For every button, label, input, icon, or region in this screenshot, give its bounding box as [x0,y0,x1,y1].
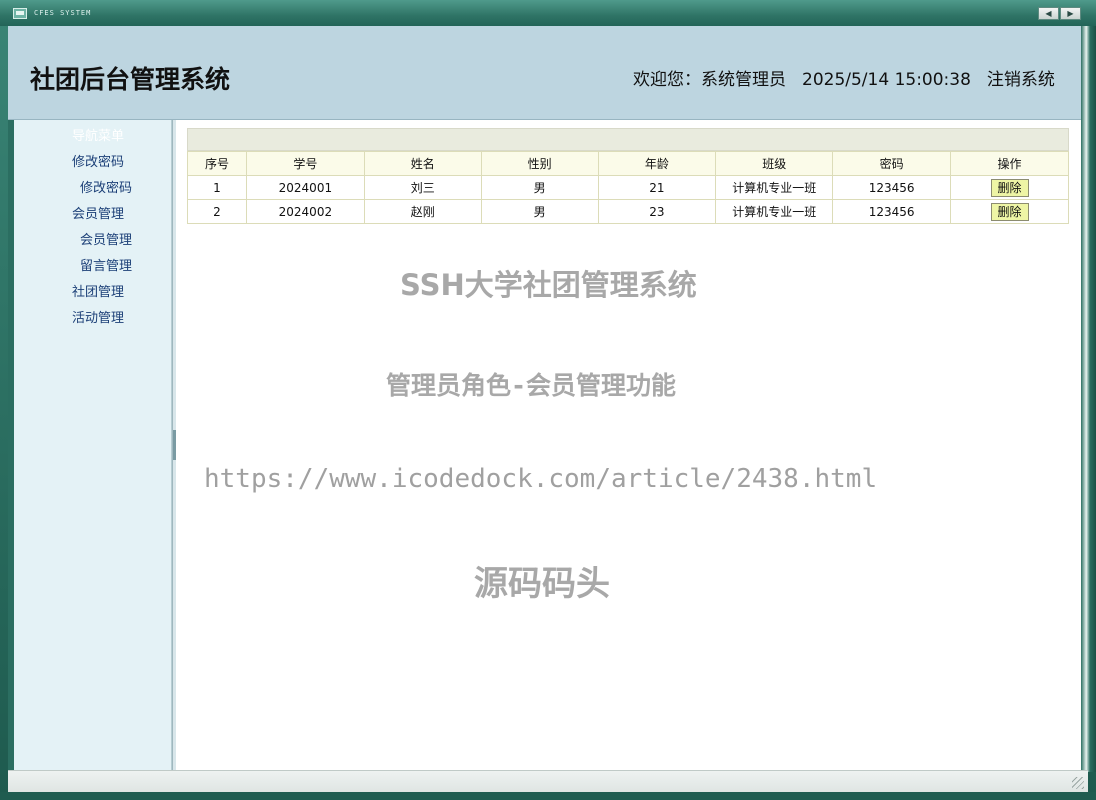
window-title: CFES SYSTEM [34,9,92,17]
sidebar-subitem-change-password[interactable]: 修改密码 [80,177,132,196]
status-bar [8,770,1088,792]
cell-age: 23 [597,199,717,224]
cell-password: 123456 [832,175,952,200]
right-border [1081,26,1096,772]
column-header: 密码 [832,151,952,176]
cell-name: 赵刚 [363,199,482,224]
sidebar-item-club-management[interactable]: 社团管理 [72,281,124,300]
delete-button[interactable]: 删除 [990,202,1029,221]
table-row: 1 2024001 刘三 男 21 计算机专业一班 123456 删除 [187,175,1069,200]
app-window: CFES SYSTEM ◀ ▶ 社团后台管理系统 欢迎您：系统管理员 2025/5… [0,0,1096,800]
cell-class: 计算机专业一班 [715,175,834,200]
cell-age: 21 [597,175,717,200]
datetime-text: 2025/5/14 15:00:38 [802,70,971,90]
monitor-icon [13,8,27,19]
watermark-brand: 源码码头 [474,564,610,604]
prev-arrow-icon[interactable]: ◀ [1038,7,1059,20]
cell-action: 删除 [950,199,1069,224]
cell-class: 计算机专业一班 [715,199,834,224]
main-content: 序号 学号 姓名 性别 年龄 班级 密码 操作 1 2024001 刘三 男 2… [176,120,1081,770]
sidebar-item-member-management[interactable]: 会员管理 [72,203,124,222]
cell-student-id: 2024002 [245,199,365,224]
cell-gender: 男 [480,199,599,224]
page-header: 社团后台管理系统 欢迎您：系统管理员 2025/5/14 15:00:38 注销系统 [8,26,1081,120]
bottom-border [0,792,1096,800]
sidebar-item-change-password[interactable]: 修改密码 [72,151,124,170]
sidebar-item-activity-management[interactable]: 活动管理 [72,307,124,326]
column-header: 操作 [950,151,1069,176]
column-header: 学号 [245,151,365,176]
welcome-text: 欢迎您：系统管理员 [633,70,786,90]
logout-link[interactable]: 注销系统 [987,70,1055,90]
cell-password: 123456 [832,199,952,224]
column-header: 年龄 [597,151,717,176]
sidebar-nav: 导航菜单 修改密码 修改密码 会员管理 会员管理 留言管理 社团管理 活动管理 [14,120,172,770]
column-header: 性别 [480,151,599,176]
delete-button[interactable]: 删除 [990,178,1029,197]
column-header: 班级 [715,151,834,176]
sidebar-subitem-message-management[interactable]: 留言管理 [80,255,132,274]
resize-grip-icon[interactable] [1072,777,1084,789]
cell-seq: 1 [187,175,247,200]
watermark-role-feature: 管理员角色-会员管理功能 [386,371,677,400]
window-titlebar: CFES SYSTEM ◀ ▶ [0,0,1096,26]
sidebar-subitem-member-management[interactable]: 会员管理 [80,229,132,248]
cell-seq: 2 [187,199,247,224]
table-row: 2 2024002 赵刚 男 23 计算机专业一班 123456 删除 [187,199,1069,224]
cell-name: 刘三 [363,175,482,200]
cell-student-id: 2024001 [245,175,365,200]
column-header: 序号 [187,151,247,176]
member-table: 序号 学号 姓名 性别 年龄 班级 密码 操作 1 2024001 刘三 男 2… [187,151,1069,224]
table-header-row: 序号 学号 姓名 性别 年龄 班级 密码 操作 [187,151,1069,176]
user-info: 欢迎您：系统管理员 2025/5/14 15:00:38 注销系统 [633,68,1073,92]
watermark-url: https://www.icodedock.com/article/2438.h… [204,464,878,494]
table-toolbar [187,128,1069,151]
nav-menu-title: 导航菜单 [72,129,125,144]
column-header: 姓名 [363,151,482,176]
watermark-system-name: SSH大学社团管理系统 [400,268,697,302]
system-title: 社团后台管理系统 [30,65,231,94]
next-arrow-icon[interactable]: ▶ [1060,7,1081,20]
cell-action: 删除 [950,175,1069,200]
cell-gender: 男 [480,175,599,200]
